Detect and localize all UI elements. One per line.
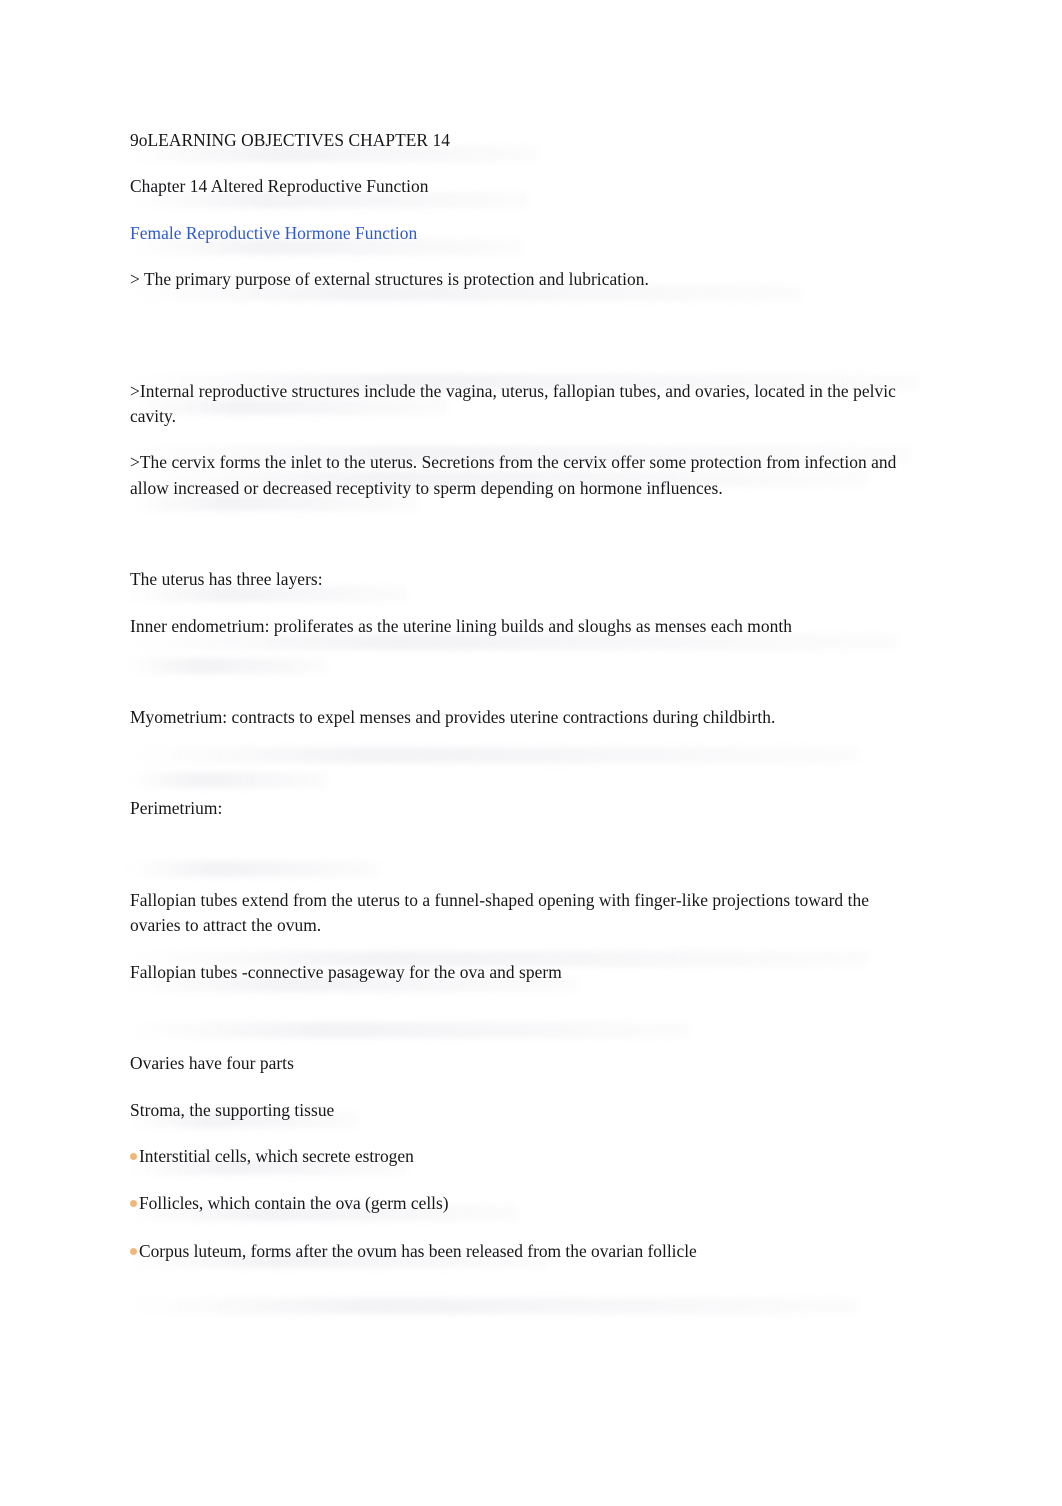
document-subtitle: Chapter 14 Altered Reproductive Function	[130, 176, 429, 197]
paragraph-stroma: Stroma, the supporting tissue	[130, 1099, 335, 1120]
list-item: Interstitial cells, which secrete estrog…	[130, 1144, 908, 1169]
document-title: 9oLEARNING OBJECTIVES CHAPTER 14	[130, 130, 450, 150]
list-item-label: Follicles, which contain the ova (germ c…	[139, 1193, 449, 1214]
paragraph-fallopian-tubes-passageway: Fallopian tubes -connective pasageway fo…	[130, 961, 562, 982]
paragraph-external-structures: > The primary purpose of external struct…	[130, 269, 649, 290]
bullet-dot-icon	[130, 1247, 137, 1255]
paragraph-endometrium: Inner endometrium: proliferates as the u…	[130, 615, 792, 636]
list-item: Follicles, which contain the ova (germ c…	[130, 1191, 908, 1216]
paragraph-uterus-layers-intro: The uterus has three layers:	[130, 569, 323, 590]
document-content: 9oLEARNING OBJECTIVES CHAPTER 14 Chapter…	[130, 128, 908, 1286]
paragraph-perimetrium: Perimetrium:	[130, 798, 223, 819]
paragraph-ovaries-intro: Ovaries have four parts	[130, 1053, 294, 1074]
bullet-dot-icon	[130, 1152, 137, 1160]
document-page: 9oLEARNING OBJECTIVES CHAPTER 14 Chapter…	[0, 0, 1062, 1506]
paragraph-fallopian-tubes-extend: Fallopian tubes extend from the uterus t…	[130, 889, 869, 936]
paragraph-myometrium: Myometrium: contracts to expel menses an…	[130, 707, 776, 728]
list-item-label: Corpus luteum, forms after the ovum has …	[139, 1240, 697, 1261]
section-heading-female-reproductive-hormone-function: Female Reproductive Hormone Function	[130, 222, 418, 243]
scan-artifact	[128, 1298, 858, 1314]
bullet-dot-icon	[130, 1200, 137, 1208]
list-item: Corpus luteum, forms after the ovum has …	[130, 1239, 908, 1264]
paragraph-internal-structures: >Internal reproductive structures includ…	[130, 380, 896, 427]
paragraph-cervix: >The cervix forms the inlet to the uteru…	[130, 452, 897, 498]
list-item-label: Interstitial cells, which secrete estrog…	[139, 1145, 414, 1166]
